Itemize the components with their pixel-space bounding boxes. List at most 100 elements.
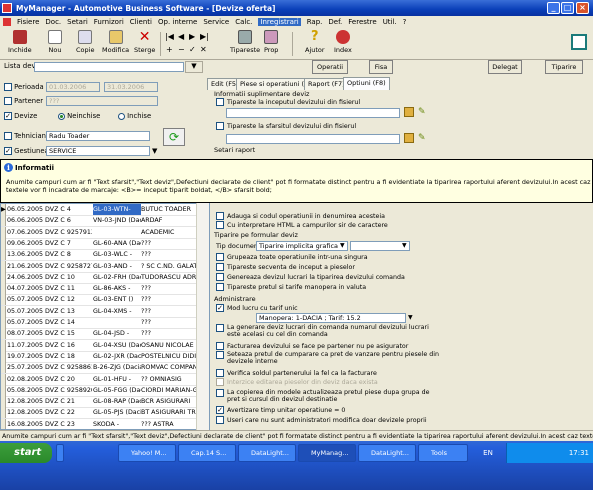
table-row[interactable]: 05.07.2005 DVZ C 13 GL-04-XMS -??? xyxy=(1,305,209,318)
table-row[interactable]: ▶ 06.05.2005 DVZ C 4 GL-03-WTN- BUTUC TOADE… xyxy=(1,204,209,217)
opt-copierea-checkbox[interactable] xyxy=(216,389,224,397)
opt-html-row[interactable]: Cu interpretare HTML a campurilor sir de… xyxy=(216,221,388,229)
opt-verifica-row[interactable]: Verifica soldul partenerului la fel ca l… xyxy=(216,369,377,377)
devize-checkbox[interactable]: ✓ xyxy=(4,112,12,120)
opt-verifica-checkbox[interactable] xyxy=(216,369,224,377)
opt-copierea-row[interactable]: La copierea din modele actualizeaza pret… xyxy=(216,389,441,403)
perioada-checkbox[interactable] xyxy=(4,83,12,91)
tip-document-select[interactable]: Tiparire implicita grafica xyxy=(256,241,348,251)
menu-clienti[interactable]: Clienti xyxy=(130,18,152,26)
opt-secventa-checkbox[interactable] xyxy=(216,263,224,271)
table-row[interactable]: 16.08.2005 DVZ C 23 SKODA -??? ASTRA xyxy=(1,418,209,429)
refresh-button[interactable]: ⟳ xyxy=(163,128,185,146)
minimize-button[interactable]: _ xyxy=(547,2,560,14)
last-record-icon[interactable]: ▶| xyxy=(200,33,209,41)
prop-button[interactable]: Prop xyxy=(264,30,278,58)
inchise-radio[interactable] xyxy=(118,112,125,120)
inceput-file-field[interactable] xyxy=(226,108,400,118)
table-row[interactable]: 07.06.2005 DVZ C 9257913 ACADEMIC xyxy=(1,226,209,239)
tipareste-button[interactable]: Tipareste xyxy=(230,30,260,58)
tehnician-checkbox[interactable] xyxy=(4,132,12,140)
inchise-radio-row[interactable]: Inchise xyxy=(118,112,151,120)
gestiunea-checkbox[interactable]: ✓ xyxy=(4,147,12,155)
opt-sfarsit-row[interactable]: Tipareste la sfarsitul devizului din fis… xyxy=(216,122,356,130)
table-row[interactable]: 21.06.2005 DVZ C 9258727 GL-03-AND -? SC … xyxy=(1,260,209,273)
table-row[interactable]: 12.08.2005 DVZ C 22 GL-05-PJS (Dacia BT AS… xyxy=(1,407,209,420)
partener-field[interactable]: ??? xyxy=(46,96,158,106)
task-datalight-1[interactable]: DataLight... xyxy=(238,444,296,462)
fisa-button[interactable]: Fisa xyxy=(369,60,393,74)
neinchise-radio[interactable] xyxy=(58,112,65,120)
opt-seteaza-row[interactable]: Seteaza pretul de cumparare ca pret de v… xyxy=(216,351,441,365)
devize-table[interactable]: ▶ 06.05.2005 DVZ C 4 GL-03-WTN- BUTUC TOADE… xyxy=(0,203,210,430)
table-row[interactable]: 09.06.2005 DVZ C 7GL-60-ANA (Dacia??? xyxy=(1,237,209,250)
menu-help[interactable]: ? xyxy=(403,18,407,26)
opt-mod-lucru-checkbox[interactable]: ✓ xyxy=(216,304,224,312)
quicklaunch-icon[interactable] xyxy=(56,444,64,462)
menu-service[interactable]: Service xyxy=(203,18,229,26)
opt-grupeaza-checkbox[interactable] xyxy=(216,253,224,261)
table-row[interactable]: 05.07.2005 DVZ C 12 GL-03-ENT ()??? xyxy=(1,294,209,307)
lista-devize-input[interactable] xyxy=(34,62,184,72)
language-indicator[interactable]: EN xyxy=(470,443,506,463)
menu-util[interactable]: Util. xyxy=(383,18,397,26)
opt-inceput-checkbox[interactable] xyxy=(216,98,224,106)
table-row[interactable]: 05.08.2005 DVZ C 9258920GL-05-FGG (Dacia… xyxy=(1,384,209,397)
manopera-dropdown-icon[interactable]: ▼ xyxy=(408,314,413,321)
menu-fisiere[interactable]: Fisiere xyxy=(17,18,39,26)
lista-dropdown-arrow-icon[interactable]: ▼ xyxy=(185,61,203,73)
folder-open-icon[interactable] xyxy=(404,133,414,143)
nou-button[interactable]: Nou xyxy=(48,30,62,58)
table-row[interactable]: 24.06.2005 DVZ C 10GL-02-FRH (DaciaTUDOR… xyxy=(1,271,209,284)
tab-optiuni[interactable]: Optiuni (F8) xyxy=(343,77,390,90)
table-row[interactable]: 13.06.2005 DVZ C 8 GL-03-WLC -??? xyxy=(1,249,209,262)
prev-record-icon[interactable]: ◀ xyxy=(178,33,184,41)
menu-calc[interactable]: Calc. xyxy=(235,18,252,26)
date-to-field[interactable]: 31.03.2006 xyxy=(104,82,158,92)
task-tools[interactable]: Tools xyxy=(418,444,468,462)
operatii-button[interactable]: Operatii xyxy=(312,60,348,74)
menu-icon[interactable] xyxy=(3,18,11,26)
menu-def[interactable]: Def. xyxy=(328,18,342,26)
opt-adauga-cod-checkbox[interactable] xyxy=(216,212,224,220)
gestiunea-dropdown-icon[interactable]: ▼ xyxy=(152,147,157,155)
folder-open-icon[interactable] xyxy=(404,107,414,117)
tab-raport[interactable]: Raport (F7) xyxy=(304,78,349,90)
close-button[interactable]: × xyxy=(576,2,589,14)
first-record-icon[interactable]: |◀ xyxy=(165,33,174,41)
menu-rap[interactable]: Rap. xyxy=(307,18,323,26)
tip-extra-select[interactable] xyxy=(350,241,410,251)
start-button[interactable]: start xyxy=(0,443,52,463)
add-record-icon[interactable]: + xyxy=(166,46,173,54)
table-row[interactable]: 02.08.2005 DVZ C 20 GL-01-HFU -?? OMNIASI… xyxy=(1,373,209,386)
opt-avertizare-row[interactable]: ✓ Avertizare timp unitar operatiune = 0 xyxy=(216,406,345,414)
remove-record-icon[interactable]: − xyxy=(178,46,185,54)
pencil-icon[interactable]: ✎ xyxy=(418,133,428,143)
gestiunea-field[interactable]: SERVICE xyxy=(46,146,150,156)
opt-useri-row[interactable]: Useri care nu sunt administratori modifi… xyxy=(216,416,427,424)
opt-genereaza-checkbox[interactable] xyxy=(216,273,224,281)
table-scrollbar[interactable] xyxy=(196,203,209,430)
task-yahoo[interactable]: Yahoo! M... xyxy=(118,444,176,462)
opt-sfarsit-checkbox[interactable] xyxy=(216,122,224,130)
opt-useri-checkbox[interactable] xyxy=(216,416,224,424)
task-mymanager[interactable]: MyManag... xyxy=(298,444,356,462)
opt-inceput-row[interactable]: Tipareste la inceputul devizului din fis… xyxy=(216,98,360,106)
opt-secventa-row[interactable]: Tipareste secventa de inceput a pieselor xyxy=(216,263,355,271)
menu-ferestre[interactable]: Ferestre xyxy=(348,18,376,26)
sterge-button[interactable]: ✕ Sterge xyxy=(134,30,155,58)
sfarsit-file-field[interactable] xyxy=(226,134,400,144)
next-record-icon[interactable]: ▶ xyxy=(189,33,195,41)
table-row[interactable]: 12.08.2005 DVZ C 21GL-08-RAP (DaciaBCR A… xyxy=(1,396,209,409)
table-row[interactable]: 25.07.2005 DVZ C 9258861 B-26-ZJG (Dacia R… xyxy=(1,362,209,375)
cancel-icon[interactable]: ✕ xyxy=(200,46,207,54)
confirm-icon[interactable]: ✓ xyxy=(189,46,196,54)
table-row[interactable]: 05.07.2005 DVZ C 14??? xyxy=(1,317,209,330)
opt-mod-lucru-row[interactable]: ✓ Mod lucru cu tarif unic xyxy=(216,304,298,312)
modifica-button[interactable]: Modifica xyxy=(102,30,129,58)
neinchise-radio-row[interactable]: Neinchise xyxy=(58,112,100,120)
tip-document-dropdown-icon[interactable]: ▼ xyxy=(340,242,345,249)
task-cap14[interactable]: Cap.14 S... xyxy=(178,444,236,462)
inchide-button[interactable]: Inchide xyxy=(8,30,32,58)
task-datalight-2[interactable]: DataLight... xyxy=(358,444,416,462)
